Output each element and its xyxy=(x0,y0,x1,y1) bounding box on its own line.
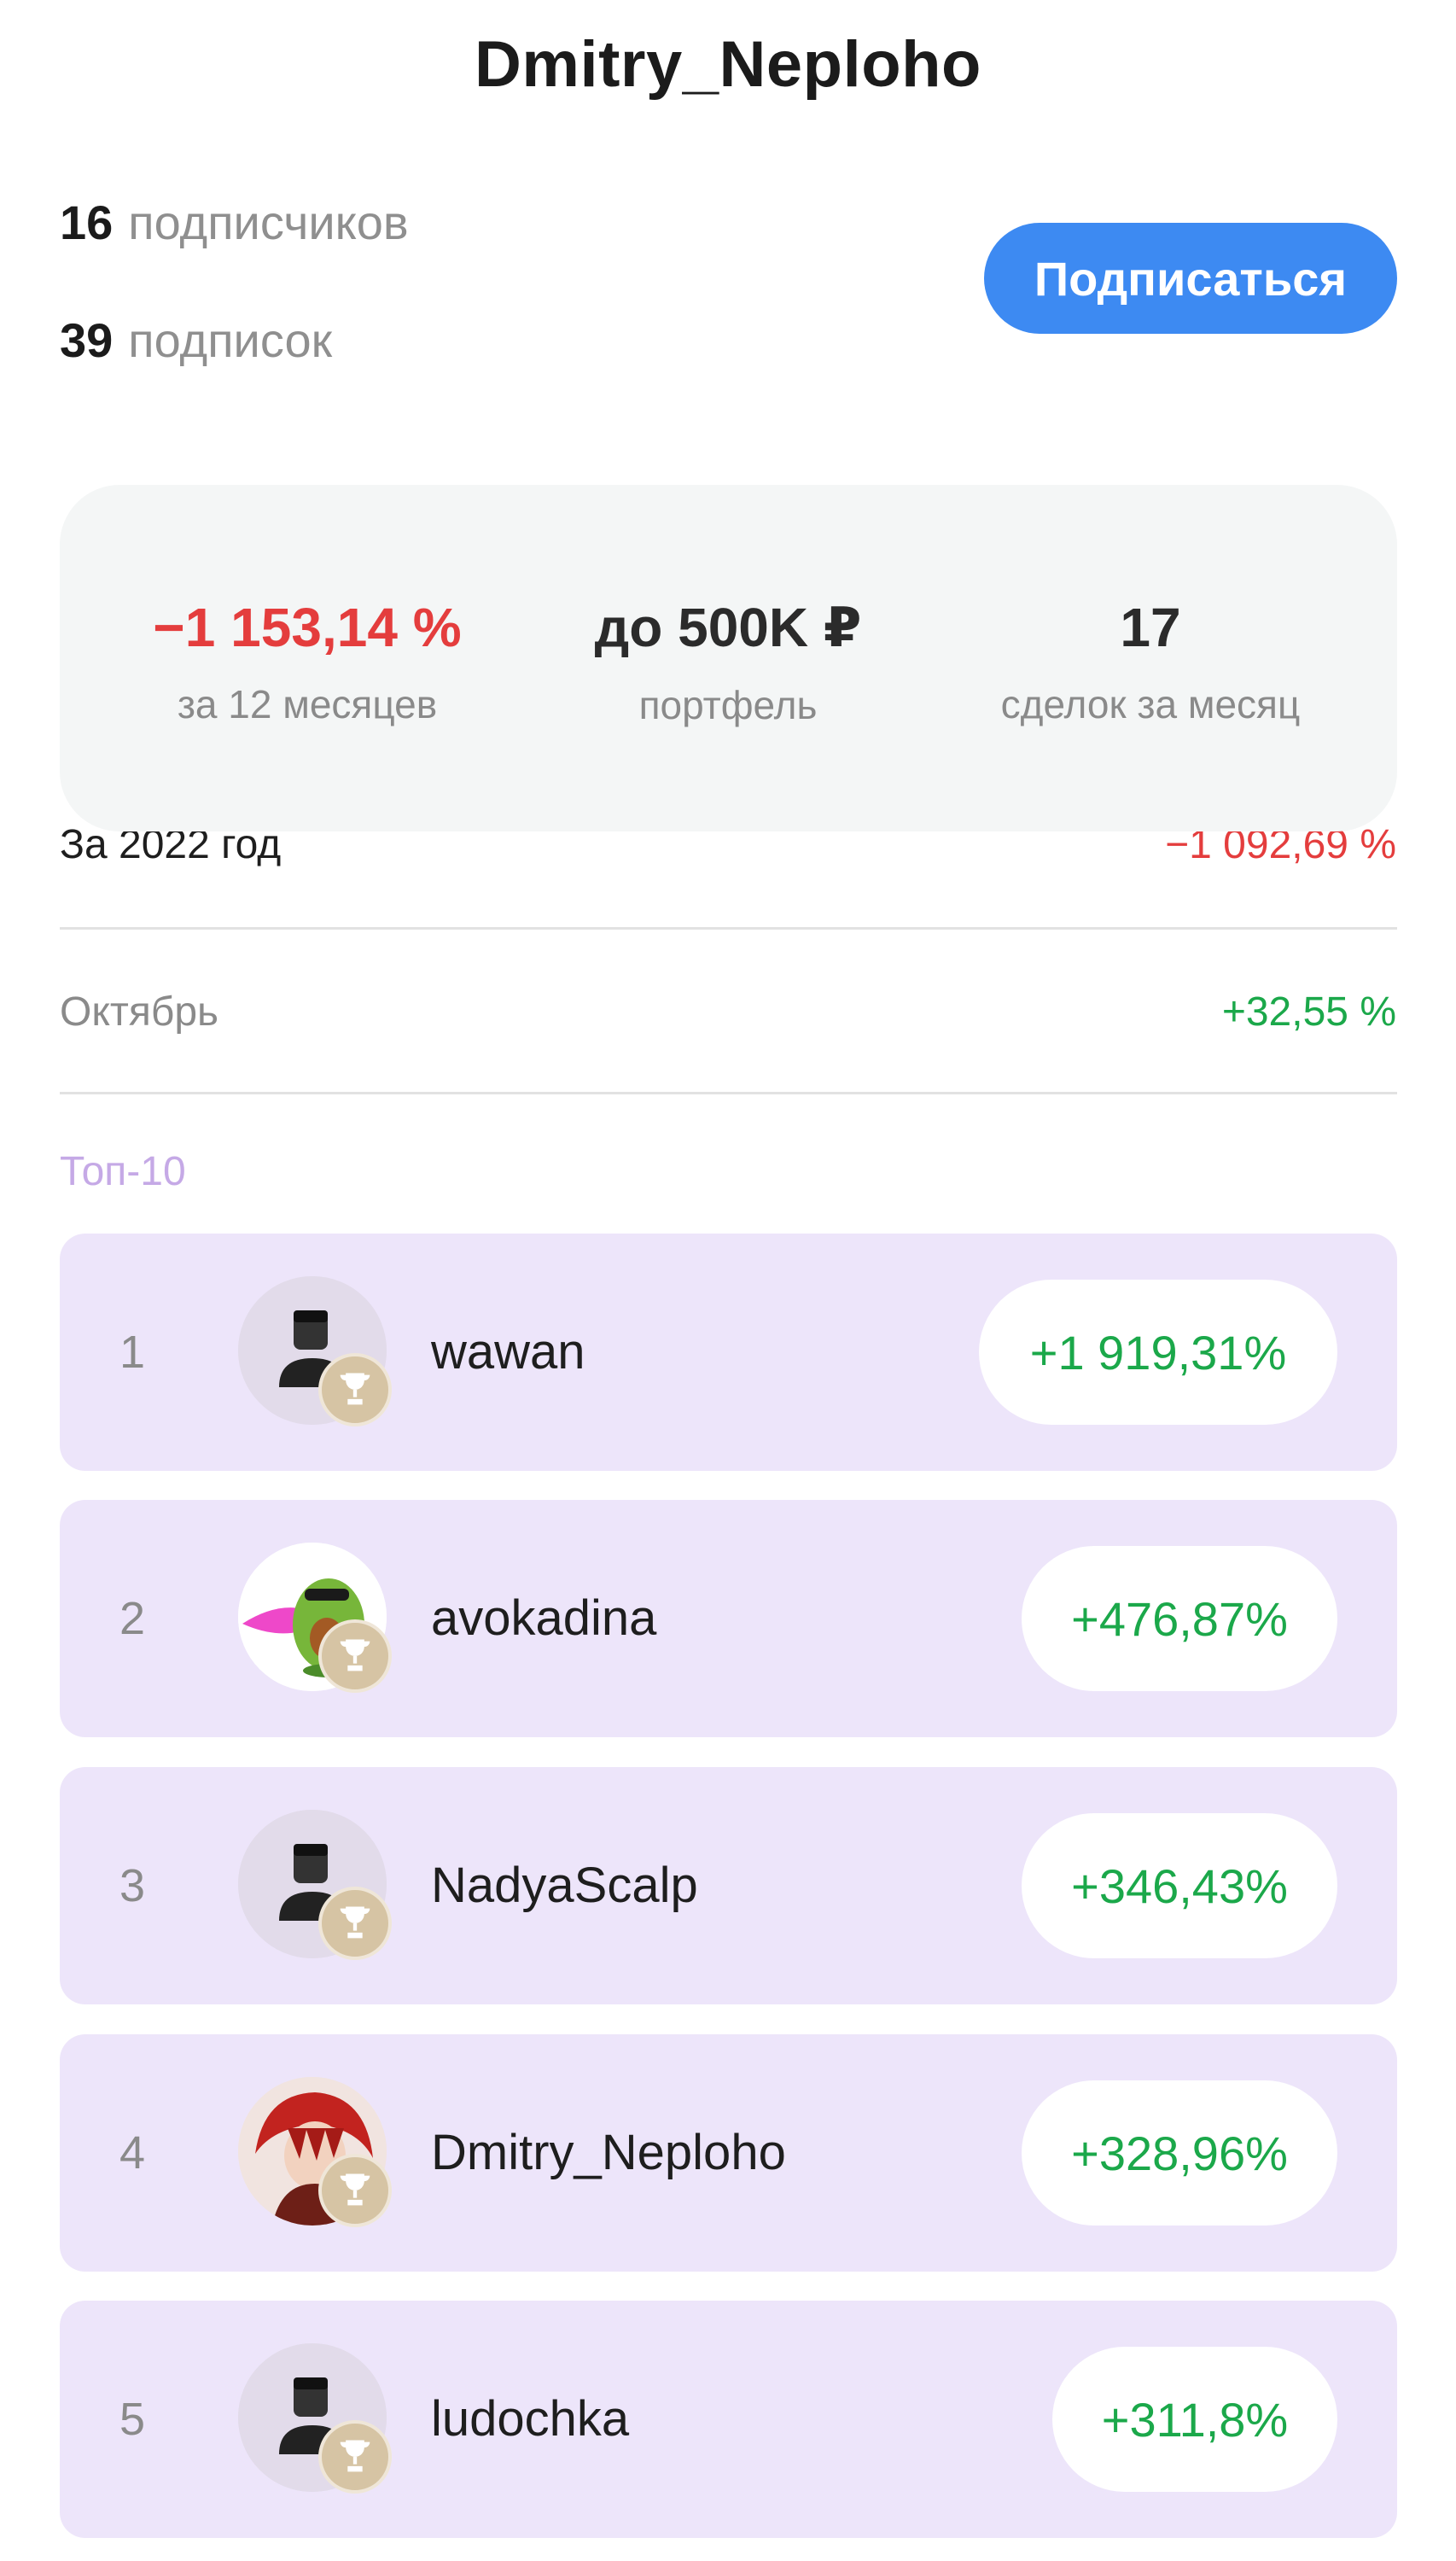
trophy-icon xyxy=(318,1619,392,1693)
leaderboard-item[interactable]: 1 wawan +1 919,31% xyxy=(60,1234,1397,1471)
portfolio-stat: до 500K ₽ портфель xyxy=(506,596,950,728)
rank-number: 4 xyxy=(119,2127,146,2179)
portfolio-label: портфель xyxy=(638,683,818,727)
leaderboard-item[interactable]: 2 avokadina +476,87% xyxy=(60,1500,1397,1737)
leader-change: +346,43% xyxy=(1022,1813,1337,1958)
return-stat: −1 153,14 % за 12 месяцев xyxy=(85,596,529,727)
following-label: подписок xyxy=(128,313,333,367)
top-10-label: Топ-10 xyxy=(60,1149,186,1194)
period-month-label: Октябрь xyxy=(60,989,219,1035)
rank-number: 3 xyxy=(119,1860,146,1911)
profile-username: Dmitry_Neploho xyxy=(475,28,981,101)
period-month-value: +32,55 % xyxy=(1221,989,1396,1035)
deals-stat: 17 сделок за месяц xyxy=(929,596,1372,727)
leader-change: +328,96% xyxy=(1022,2080,1337,2226)
leader-username[interactable]: ludochka xyxy=(431,2301,629,2538)
return-value: −1 153,14 % xyxy=(153,597,462,658)
leader-username[interactable]: Dmitry_Neploho xyxy=(431,2034,786,2272)
follow-button[interactable]: Подписаться xyxy=(984,223,1397,334)
followers-count: 16 xyxy=(60,195,114,249)
followers-label: подписчиков xyxy=(128,195,409,249)
summary-card: −1 153,14 % за 12 месяцев до 500K ₽ порт… xyxy=(60,485,1397,831)
divider xyxy=(60,927,1397,930)
trophy-icon xyxy=(318,2420,392,2494)
leader-username[interactable]: wawan xyxy=(431,1234,585,1471)
deals-value: 17 xyxy=(1120,597,1181,658)
divider xyxy=(60,1092,1397,1094)
leaderboard-item[interactable]: 5 ludochka +311,8% xyxy=(60,2301,1397,2538)
rank-number: 1 xyxy=(119,1327,146,1378)
following-count: 39 xyxy=(60,313,114,367)
rank-number: 5 xyxy=(119,2394,146,2445)
leaderboard-item[interactable]: 3 NadyaScalp +346,43% xyxy=(60,1767,1397,2004)
following-stat[interactable]: 39 подписок xyxy=(60,312,332,368)
leader-change: +1 919,31% xyxy=(979,1280,1337,1425)
leader-change: +476,87% xyxy=(1022,1546,1337,1691)
deals-label: сделок за месяц xyxy=(1000,682,1301,726)
leader-change: +311,8% xyxy=(1052,2347,1337,2492)
return-label: за 12 месяцев xyxy=(177,682,438,726)
leader-username[interactable]: NadyaScalp xyxy=(431,1767,698,2004)
leaderboard-item[interactable]: 4 Dmitry_Neploho +328,96% xyxy=(60,2034,1397,2272)
followers-stat[interactable]: 16 подписчиков xyxy=(60,195,409,250)
rank-number: 2 xyxy=(119,1593,146,1644)
trophy-icon xyxy=(318,2154,392,2227)
trophy-icon xyxy=(318,1353,392,1426)
trophy-icon xyxy=(318,1887,392,1960)
leader-username[interactable]: avokadina xyxy=(431,1500,656,1737)
portfolio-value: до 500K ₽ xyxy=(594,597,862,658)
